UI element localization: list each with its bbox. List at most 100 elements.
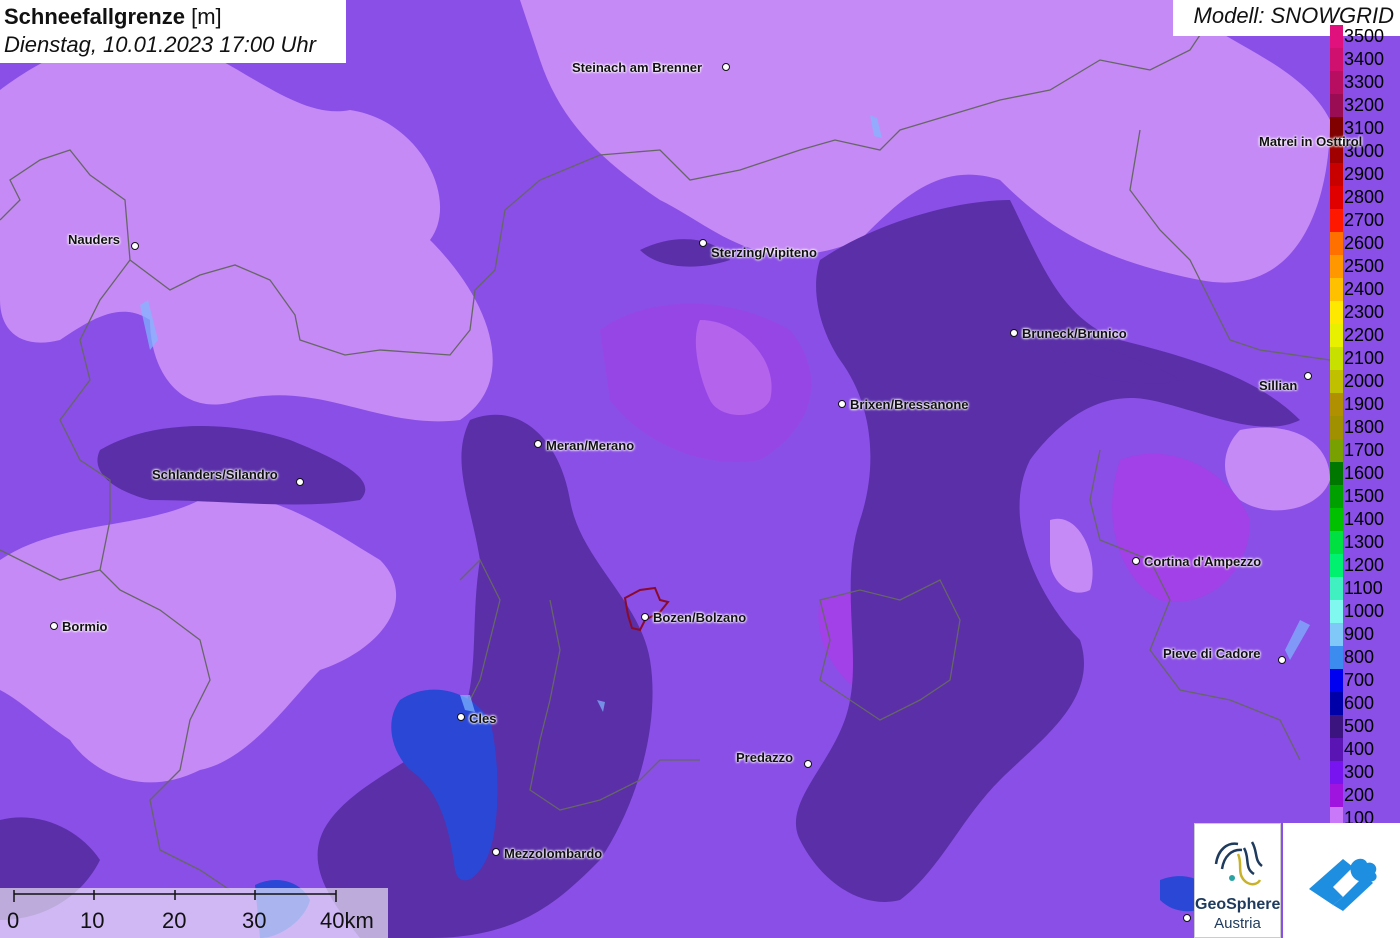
- geosphere-logo[interactable]: GeoSphere Austria: [1194, 823, 1281, 938]
- city-marker[interactable]: [534, 440, 542, 448]
- city-label[interactable]: Sillian: [1259, 378, 1297, 393]
- legend-label: 400: [1344, 739, 1375, 759]
- legend-label: 2200: [1344, 325, 1385, 345]
- city-marker[interactable]: [699, 239, 707, 247]
- legend-swatch: [1330, 209, 1343, 232]
- legend-swatch: [1330, 324, 1343, 347]
- legend-swatch: [1330, 761, 1343, 784]
- legend-swatch: [1330, 186, 1343, 209]
- legend-label: 2600: [1344, 233, 1385, 253]
- city-label[interactable]: Matrei in Osttirol: [1259, 134, 1362, 149]
- legend-swatch: [1330, 462, 1343, 485]
- legend-swatch: [1330, 393, 1343, 416]
- city-label[interactable]: Cles: [469, 711, 496, 726]
- city-label[interactable]: Predazzo: [736, 750, 793, 765]
- legend-label: 300: [1344, 762, 1375, 782]
- legend-swatch: [1330, 48, 1343, 71]
- legend-label: 3400: [1344, 49, 1385, 69]
- legend-label: 900: [1344, 624, 1375, 644]
- legend-label: 2300: [1344, 302, 1385, 322]
- legend-swatch: [1330, 669, 1343, 692]
- legend-swatch: [1330, 25, 1343, 48]
- city-label[interactable]: Mezzolombardo: [504, 846, 602, 861]
- legend-swatch: [1330, 577, 1343, 600]
- app-logo[interactable]: [1283, 823, 1400, 938]
- legend-label: 1700: [1344, 440, 1385, 460]
- legend-label: 1500: [1344, 486, 1385, 506]
- legend-swatch: [1330, 646, 1343, 669]
- geosphere-name: GeoSphere: [1195, 896, 1281, 913]
- legend-swatch: [1330, 623, 1343, 646]
- legend-label: 3500: [1344, 26, 1385, 46]
- city-marker[interactable]: [457, 713, 465, 721]
- legend-swatch: [1330, 600, 1343, 623]
- legend-swatch: [1330, 347, 1343, 370]
- city-marker[interactable]: [804, 760, 812, 768]
- scale-label-10: 10: [80, 908, 105, 933]
- legend-swatch: [1330, 416, 1343, 439]
- city-marker[interactable]: [131, 242, 139, 250]
- legend-label: 1400: [1344, 509, 1385, 529]
- legend-swatch: [1330, 554, 1343, 577]
- city-label[interactable]: Nauders: [68, 232, 120, 247]
- legend-swatch: [1330, 94, 1343, 117]
- city-label[interactable]: Steinach am Brenner: [572, 60, 702, 75]
- legend-swatch: [1330, 508, 1343, 531]
- legend-label: 1300: [1344, 532, 1385, 552]
- city-label[interactable]: Bormio: [62, 619, 108, 634]
- legend-swatch: [1330, 715, 1343, 738]
- map-title-box: Schneefallgrenze [m] Dienstag, 10.01.202…: [0, 0, 346, 63]
- color-legend: 3500 3400 3300 3200 3100 3000 2900 2800 2700 2600…: [1328, 25, 1400, 830]
- legend-label: 1900: [1344, 394, 1385, 414]
- geosphere-emblem-icon: [1214, 841, 1263, 886]
- legend-swatch: [1330, 370, 1343, 393]
- city-marker[interactable]: [1304, 372, 1312, 380]
- map-title: Schneefallgrenze [m]: [4, 4, 222, 29]
- city-label[interactable]: Bozen/Bolzano: [653, 610, 746, 625]
- city-label[interactable]: Sterzing/Vipiteno: [711, 245, 817, 260]
- legend-label: 200: [1344, 785, 1375, 805]
- legend-label: 3300: [1344, 72, 1385, 92]
- legend-label: 1000: [1344, 601, 1385, 621]
- legend-swatch: [1330, 692, 1343, 715]
- legend-label: 600: [1344, 693, 1375, 713]
- scale-label-0: 0: [7, 908, 20, 933]
- city-marker[interactable]: [641, 613, 649, 621]
- legend-label: 800: [1344, 647, 1375, 667]
- city-label[interactable]: Cortina d'Ampezzo: [1144, 554, 1261, 569]
- city-marker[interactable]: [1132, 557, 1140, 565]
- legend-swatch: [1330, 301, 1343, 324]
- cloud-arrow-icon: [1309, 858, 1377, 911]
- map-datetime: Dienstag, 10.01.2023 17:00 Uhr: [4, 32, 316, 57]
- city-marker[interactable]: [492, 848, 500, 856]
- legend-swatch: [1330, 71, 1343, 94]
- city-label[interactable]: Pieve di Cadore: [1163, 646, 1261, 661]
- city-label[interactable]: Schlanders/Silandro: [152, 467, 278, 482]
- city-label[interactable]: Bruneck/Brunico: [1022, 326, 1127, 341]
- legend-label: 700: [1344, 670, 1375, 690]
- legend-label: 2900: [1344, 164, 1385, 184]
- legend-label: 1800: [1344, 417, 1385, 437]
- scale-label-20: 20: [162, 908, 187, 933]
- city-marker[interactable]: [1010, 329, 1018, 337]
- legend-swatch: [1330, 531, 1343, 554]
- city-marker[interactable]: [50, 622, 58, 630]
- city-marker[interactable]: [1183, 914, 1191, 922]
- legend-label: 2400: [1344, 279, 1385, 299]
- legend-swatch: [1330, 485, 1343, 508]
- legend-label: 2800: [1344, 187, 1385, 207]
- legend-label: 1600: [1344, 463, 1385, 483]
- city-marker[interactable]: [838, 400, 846, 408]
- legend-label: 2100: [1344, 348, 1385, 368]
- city-label[interactable]: Meran/Merano: [546, 438, 634, 453]
- city-marker[interactable]: [1278, 656, 1286, 664]
- legend-swatch: [1330, 278, 1343, 301]
- legend-swatch: [1330, 439, 1343, 462]
- city-marker[interactable]: [722, 63, 730, 71]
- legend-label: 2000: [1344, 371, 1385, 391]
- scale-bar: 0 10 20 30 40km: [0, 888, 388, 938]
- city-marker[interactable]: [296, 478, 304, 486]
- scale-label-40km: 40km: [320, 908, 374, 933]
- city-label[interactable]: Brixen/Bressanone: [850, 397, 969, 412]
- legend-label: 3200: [1344, 95, 1385, 115]
